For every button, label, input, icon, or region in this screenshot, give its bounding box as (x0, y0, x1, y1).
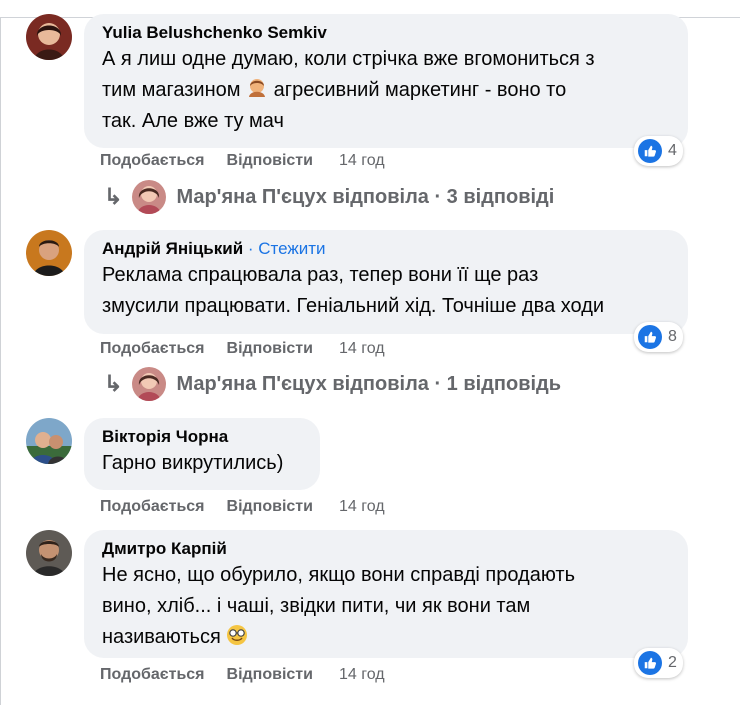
timestamp[interactable]: 14 год (339, 152, 385, 170)
like-icon (638, 651, 662, 675)
comment-author[interactable]: Yulia Belushchenko Semkiv (102, 22, 670, 44)
comment-actions: Подобається Відповісти 14 год (100, 666, 385, 684)
follow-link[interactable]: · Стежити (243, 239, 326, 258)
comment-text: А я лиш одне думаю, коли стрічка вже вго… (102, 48, 595, 132)
comment-bubble: Андрій Яніцький · Стежити Реклама спрацю… (84, 230, 688, 334)
reply-button[interactable]: Відповісти (227, 152, 313, 170)
comment-bubble: Yulia Belushchenko Semkiv А я лиш одне д… (84, 14, 688, 148)
like-button[interactable]: Подобається (100, 152, 205, 170)
like-icon (638, 325, 662, 349)
reaction-count[interactable]: 2 (634, 648, 683, 678)
reaction-count[interactable]: 8 (634, 322, 683, 352)
avatar[interactable] (26, 418, 72, 464)
comment-actions: Подобається Відповісти 14 год (100, 498, 385, 516)
comment-text: Гарно викрутились) (102, 452, 284, 474)
reply-arrow-icon: ↳ (104, 184, 123, 209)
view-replies-link[interactable]: ↳ Мар'яна П'єцух відповіла · 3 відповіді (104, 180, 554, 214)
avatar[interactable] (26, 14, 72, 60)
reply-button[interactable]: Відповісти (227, 498, 313, 516)
nerd-face-emoji-icon (227, 625, 248, 645)
avatar (132, 180, 167, 214)
comment-author[interactable]: Вікторія Чорна (102, 426, 302, 448)
timestamp[interactable]: 14 год (339, 498, 385, 516)
timestamp[interactable]: 14 год (339, 666, 385, 684)
timestamp[interactable]: 14 год (339, 340, 385, 358)
comment-text: Реклама спрацювала раз, тепер вони її ще… (102, 264, 605, 317)
avatar (132, 367, 167, 401)
view-replies-link[interactable]: ↳ Мар'яна П'єцух відповіла · 1 відповідь (104, 367, 561, 401)
like-button[interactable]: Подобається (100, 666, 205, 684)
avatar[interactable] (26, 530, 72, 576)
reply-button[interactable]: Відповісти (227, 340, 313, 358)
comment-author[interactable]: Дмитро Карпій (102, 538, 670, 560)
like-button[interactable]: Подобається (100, 498, 205, 516)
reply-button[interactable]: Відповісти (227, 666, 313, 684)
comment-text: Не ясно, що обурило, якщо вони справді п… (102, 564, 575, 648)
like-icon (638, 139, 662, 163)
comment-actions: Подобається Відповісти 14 год (100, 152, 385, 170)
avatar[interactable] (26, 230, 72, 276)
comment-bubble: Вікторія Чорна Гарно викрутились) (84, 418, 320, 490)
like-button[interactable]: Подобається (100, 340, 205, 358)
comment-bubble: Дмитро Карпій Не ясно, що обурило, якщо … (84, 530, 688, 658)
comment-actions: Подобається Відповісти 14 год (100, 340, 385, 358)
reply-arrow-icon: ↳ (104, 371, 123, 396)
person-bowing-emoji-icon (249, 79, 266, 97)
comment-author: Андрій Яніцький · Стежити (102, 239, 326, 258)
reaction-count[interactable]: 4 (634, 136, 683, 166)
